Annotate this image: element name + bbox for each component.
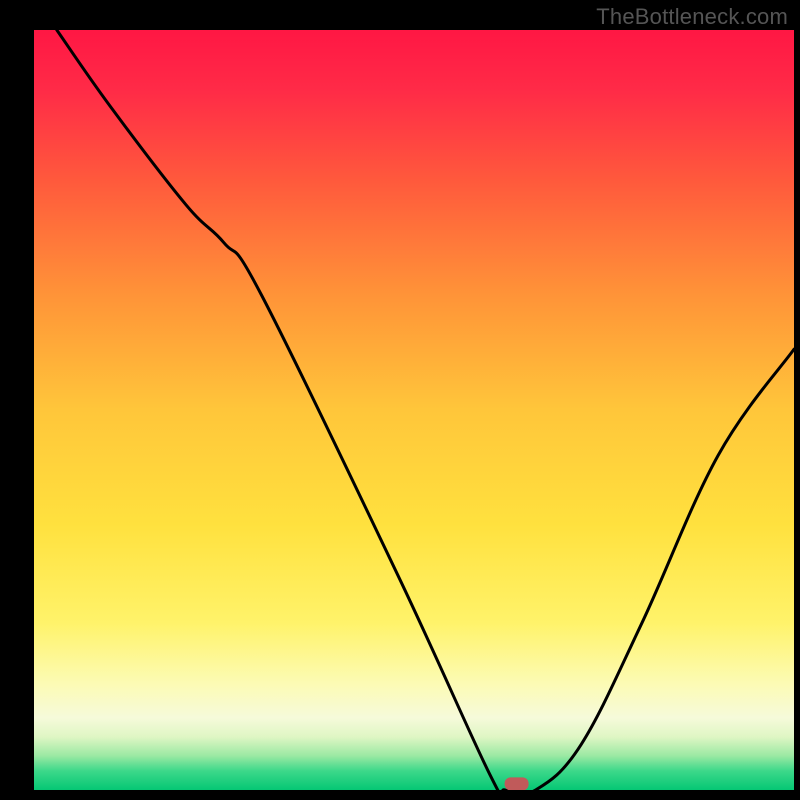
optimal-marker [505, 777, 529, 790]
plot-background [34, 30, 794, 790]
watermark-text: TheBottleneck.com [596, 4, 788, 30]
bottleneck-chart [0, 0, 800, 800]
chart-wrapper: TheBottleneck.com [0, 0, 800, 800]
